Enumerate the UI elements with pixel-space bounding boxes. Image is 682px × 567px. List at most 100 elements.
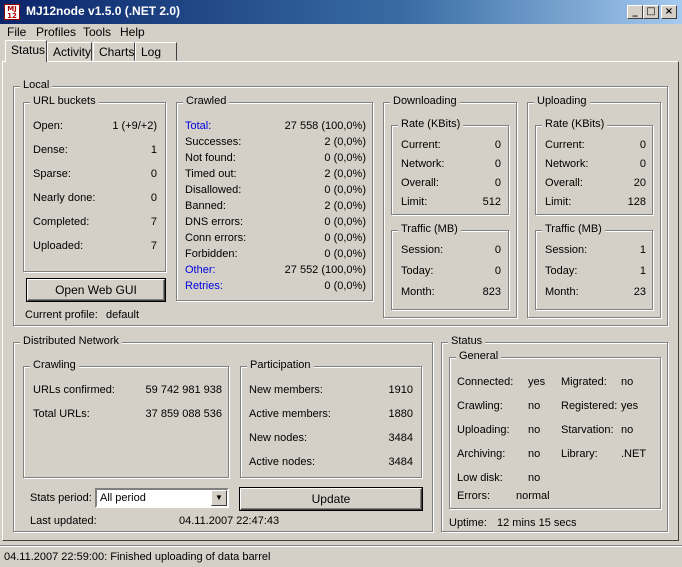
participation-value: 1880 bbox=[388, 408, 413, 420]
upload-traffic-label: Session: bbox=[545, 244, 588, 256]
upload-rate-value: 128 bbox=[627, 196, 646, 208]
url-buckets-title: URL buckets bbox=[30, 95, 99, 107]
crawled-value: 0 (0,0%) bbox=[324, 152, 366, 164]
stats-period-value: All period bbox=[100, 492, 146, 504]
status-right-value: yes bbox=[621, 400, 639, 412]
crawled-label: Other: bbox=[185, 264, 216, 276]
uploading-traffic-title: Traffic (MB) bbox=[542, 223, 605, 235]
status-right-value: no bbox=[621, 376, 634, 388]
crawled-value: 2 (0,0%) bbox=[324, 136, 366, 148]
crawled-value: 0 (0,0%) bbox=[324, 216, 366, 228]
status-left-label: Crawling: bbox=[457, 400, 503, 412]
url-bucket-label: Open: bbox=[33, 120, 63, 132]
menu-file[interactable]: File bbox=[7, 25, 26, 39]
url-bucket-label: Dense: bbox=[33, 144, 68, 156]
menu-profiles[interactable]: Profiles bbox=[36, 25, 76, 39]
url-bucket-value: 7 bbox=[150, 240, 157, 252]
url-bucket-value: 0 bbox=[150, 168, 157, 180]
status-right-label: Starvation: bbox=[561, 424, 614, 436]
participation-label: New nodes: bbox=[249, 432, 308, 444]
menu-tools[interactable]: Tools bbox=[83, 25, 111, 39]
status-bar: 04.11.2007 22:59:00: Finished uploading … bbox=[0, 545, 682, 567]
crawled-label: Banned: bbox=[185, 200, 226, 212]
upload-traffic-label: Month: bbox=[545, 286, 579, 298]
url-bucket-label: Sparse: bbox=[33, 168, 71, 180]
local-title: Local bbox=[20, 79, 53, 91]
upload-rate-value: 0 bbox=[639, 158, 646, 170]
dn-crawling-label: URLs confirmed: bbox=[33, 384, 115, 396]
status-left-value: no bbox=[528, 472, 541, 484]
url-bucket-label: Nearly done: bbox=[33, 192, 96, 204]
status-left-label: Low disk: bbox=[457, 472, 503, 484]
downloading-traffic-title: Traffic (MB) bbox=[398, 223, 461, 235]
last-updated-value: 04.11.2007 22:47:43 bbox=[179, 515, 280, 527]
dn-crawling-title: Crawling bbox=[30, 359, 79, 371]
url-bucket-label: Completed: bbox=[33, 216, 90, 228]
chevron-down-icon[interactable]: ▼ bbox=[211, 490, 227, 506]
crawled-label: Conn errors: bbox=[185, 232, 247, 244]
download-rate-label: Overall: bbox=[401, 177, 439, 189]
download-rate-label: Current: bbox=[401, 139, 441, 151]
errors-value: normal bbox=[516, 490, 550, 502]
last-updated-label: Last updated: bbox=[30, 515, 97, 527]
crawled-label: Successes: bbox=[185, 136, 242, 148]
uptime-label: Uptime: bbox=[449, 517, 487, 529]
status-right-label: Registered: bbox=[561, 400, 618, 412]
download-rate-value: 512 bbox=[482, 196, 501, 208]
crawled-label: Disallowed: bbox=[185, 184, 242, 196]
crawled-value: 2 (0,0%) bbox=[324, 168, 366, 180]
status-right-label: Library: bbox=[561, 448, 598, 460]
status-left-value: no bbox=[528, 400, 541, 412]
errors-label: Errors: bbox=[457, 490, 490, 502]
status-right-value: .NET bbox=[621, 448, 647, 460]
dn-crawling-group: Crawling bbox=[23, 359, 229, 478]
crawled-value: 27 558 (100,0%) bbox=[284, 120, 366, 132]
download-rate-value: 0 bbox=[494, 177, 501, 189]
tab-status[interactable]: Status bbox=[5, 40, 47, 62]
participation-title: Participation bbox=[247, 359, 314, 371]
crawled-label: Total: bbox=[185, 120, 212, 132]
dn-crawling-value: 37 859 088 536 bbox=[145, 408, 222, 420]
minimize-button[interactable]: _ bbox=[627, 5, 643, 19]
download-traffic-label: Session: bbox=[401, 244, 444, 256]
status-left-value: no bbox=[528, 448, 541, 460]
url-bucket-value: 1 (+9/+2) bbox=[112, 120, 157, 132]
status-right-label: Migrated: bbox=[561, 376, 607, 388]
download-traffic-label: Month: bbox=[401, 286, 435, 298]
menu-help[interactable]: Help bbox=[120, 25, 145, 39]
url-bucket-value: 0 bbox=[150, 192, 157, 204]
crawled-value: 2 (0,0%) bbox=[324, 200, 366, 212]
dn-crawling-label: Total URLs: bbox=[33, 408, 90, 420]
status-left-value: yes bbox=[528, 376, 546, 388]
upload-rate-label: Network: bbox=[545, 158, 589, 170]
stats-period-select[interactable]: All period ▼ bbox=[95, 488, 229, 508]
url-bucket-value: 1 bbox=[150, 144, 157, 156]
upload-rate-value: 0 bbox=[639, 139, 646, 151]
participation-label: New members: bbox=[249, 384, 323, 396]
maximize-button[interactable]: □ bbox=[643, 5, 659, 19]
downloading-rate-title: Rate (KBits) bbox=[398, 118, 464, 130]
distributed-network-title: Distributed Network bbox=[20, 335, 122, 347]
title-bar[interactable]: MJ 12 MJ12node v1.5.0 (.NET 2.0) _ □ × bbox=[0, 0, 682, 24]
download-traffic-value: 0 bbox=[494, 244, 501, 256]
stats-period-label: Stats period: bbox=[30, 492, 92, 504]
tab-log[interactable]: Log bbox=[135, 42, 177, 61]
open-web-gui-button[interactable]: Open Web GUI bbox=[27, 279, 165, 301]
app-icon[interactable]: MJ 12 bbox=[4, 4, 20, 20]
upload-rate-label: Overall: bbox=[545, 177, 583, 189]
url-bucket-value: 7 bbox=[150, 216, 157, 228]
crawled-label: DNS errors: bbox=[185, 216, 244, 228]
crawled-value: 0 (0,0%) bbox=[324, 248, 366, 260]
download-rate-value: 0 bbox=[494, 158, 501, 170]
participation-value: 3484 bbox=[388, 456, 413, 468]
upload-traffic-value: 23 bbox=[633, 286, 646, 298]
tab-charts[interactable]: Charts bbox=[93, 42, 135, 61]
tab-activity[interactable]: Activity bbox=[47, 42, 92, 61]
update-button[interactable]: Update bbox=[240, 488, 422, 510]
download-rate-label: Network: bbox=[401, 158, 445, 170]
url-bucket-label: Uploaded: bbox=[33, 240, 84, 252]
close-button[interactable]: × bbox=[661, 5, 677, 19]
menu-bar: File Profiles Tools Help bbox=[0, 24, 682, 40]
status-left-value: no bbox=[528, 424, 541, 436]
status-left-label: Connected: bbox=[457, 376, 514, 388]
